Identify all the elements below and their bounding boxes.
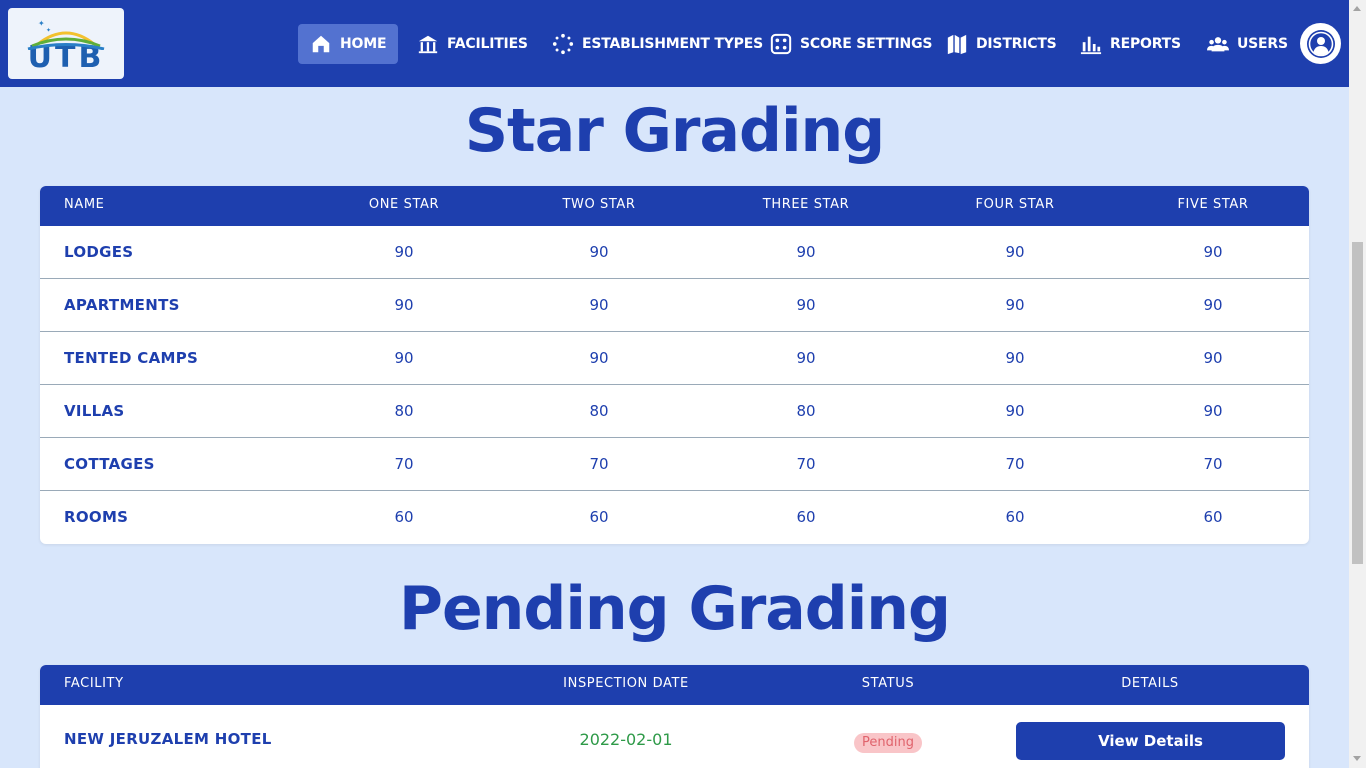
score-cell: 90 (796, 243, 816, 261)
score-cell: 90 (1005, 296, 1025, 314)
pending-grading-title: Pending Grading (399, 574, 951, 644)
table-row: TENTED CAMPS 90 90 90 90 90 (40, 332, 1309, 385)
scroll-down-arrow-icon[interactable] (1353, 756, 1361, 761)
table-row: APARTMENTS 90 90 90 90 90 (40, 279, 1309, 332)
score-cell: 90 (796, 349, 816, 367)
score-settings-icon (770, 33, 792, 55)
status-badge: Pending (854, 733, 922, 753)
nav-facilities[interactable]: FACILITIES (405, 24, 540, 64)
col-header-facility: FACILITY (64, 676, 124, 691)
scroll-thumb[interactable] (1352, 242, 1363, 564)
score-cell: 90 (394, 349, 414, 367)
svg-text:✦: ✦ (38, 19, 45, 28)
score-cell: 90 (796, 296, 816, 314)
nav-establishment-types-label: ESTABLISHMENT TYPES (582, 36, 763, 52)
nav-users-label: USERS (1237, 36, 1288, 52)
star-grading-header-row: NAME ONE STAR TWO STAR THREE STAR FOUR S… (40, 186, 1309, 226)
user-avatar-icon (1306, 29, 1335, 58)
score-cell: 70 (394, 455, 414, 473)
row-name: LODGES (64, 243, 134, 261)
top-navbar: ✦ ✦ UTB HOME FACILITIES ESTABLISHMENT TY… (0, 0, 1349, 87)
score-cell: 90 (394, 296, 414, 314)
pending-grading-header-row: FACILITY INSPECTION DATE STATUS DETAILS (40, 665, 1309, 705)
row-name: COTTAGES (64, 455, 155, 473)
nav-establishment-types[interactable]: ESTABLISHMENT TYPES (540, 24, 775, 64)
score-cell: 70 (589, 455, 609, 473)
nav-reports-label: REPORTS (1110, 36, 1181, 52)
view-details-button[interactable]: View Details (1016, 722, 1285, 760)
star-grading-title: Star Grading (464, 96, 885, 166)
nav-districts[interactable]: DISTRICTS (934, 24, 1069, 64)
establishment-types-icon (552, 33, 574, 55)
home-icon (312, 35, 330, 53)
score-cell: 60 (394, 508, 414, 526)
col-header-details: DETAILS (1121, 676, 1179, 691)
score-cell: 70 (1005, 455, 1025, 473)
score-cell: 90 (589, 349, 609, 367)
scroll-up-arrow-icon[interactable] (1353, 6, 1361, 11)
table-row: LODGES 90 90 90 90 90 (40, 226, 1309, 279)
status-cell: Pending (854, 715, 922, 768)
nav-facilities-label: FACILITIES (447, 36, 528, 52)
col-header-three-star: THREE STAR (762, 197, 850, 212)
nav-home[interactable]: HOME (298, 24, 399, 64)
logo-sunrise-icon: ✦ ✦ (27, 19, 105, 50)
row-name: TENTED CAMPS (64, 349, 199, 367)
nav-home-label: HOME (340, 36, 387, 52)
bar-chart-icon (1080, 36, 1102, 55)
facility-name: NEW JERUZALEM HOTEL (64, 730, 272, 748)
score-cell: 90 (589, 296, 609, 314)
table-row: ROOMS 60 60 60 60 60 (40, 491, 1309, 544)
row-name: APARTMENTS (64, 296, 180, 314)
user-avatar-button[interactable] (1300, 23, 1341, 64)
col-header-one-star: ONE STAR (368, 197, 440, 212)
score-cell: 80 (394, 402, 414, 420)
score-cell: 80 (796, 402, 816, 420)
score-cell: 80 (589, 402, 609, 420)
score-cell: 90 (1203, 349, 1223, 367)
users-icon (1207, 37, 1229, 52)
utb-logo[interactable]: ✦ ✦ UTB (8, 8, 124, 79)
row-name: ROOMS (64, 508, 129, 526)
score-cell: 90 (1005, 349, 1025, 367)
inspection-date: 2022-02-01 (579, 730, 673, 749)
score-cell: 90 (394, 243, 414, 261)
score-cell: 90 (589, 243, 609, 261)
nav-reports[interactable]: REPORTS (1068, 24, 1193, 64)
score-cell: 70 (1203, 455, 1223, 473)
pending-grading-table: FACILITY INSPECTION DATE STATUS DETAILS … (40, 665, 1309, 768)
star-grading-table: NAME ONE STAR TWO STAR THREE STAR FOUR S… (40, 186, 1309, 544)
score-cell: 60 (1203, 508, 1223, 526)
score-cell: 60 (796, 508, 816, 526)
table-row: VILLAS 80 80 80 90 90 (40, 385, 1309, 438)
page-scrollbar[interactable] (1349, 0, 1366, 768)
svg-text:✦: ✦ (46, 27, 51, 34)
facilities-icon (418, 35, 438, 54)
nav-score-settings-label: SCORE SETTINGS (800, 36, 933, 52)
score-cell: 90 (1005, 402, 1025, 420)
nav-users[interactable]: USERS (1195, 24, 1300, 64)
districts-map-icon (947, 34, 967, 55)
col-header-name: NAME (64, 197, 105, 212)
col-header-five-star: FIVE STAR (1177, 197, 1249, 212)
row-name: VILLAS (64, 402, 125, 420)
col-header-inspection-date: INSPECTION DATE (563, 676, 689, 691)
col-header-four-star: FOUR STAR (975, 197, 1055, 212)
score-cell: 60 (589, 508, 609, 526)
score-cell: 70 (796, 455, 816, 473)
table-row: COTTAGES 70 70 70 70 70 (40, 438, 1309, 491)
score-cell: 60 (1005, 508, 1025, 526)
nav-districts-label: DISTRICTS (976, 36, 1057, 52)
score-cell: 90 (1203, 243, 1223, 261)
score-cell: 90 (1005, 243, 1025, 261)
col-header-two-star: TWO STAR (562, 197, 636, 212)
score-cell: 90 (1203, 296, 1223, 314)
nav-score-settings[interactable]: SCORE SETTINGS (758, 24, 944, 64)
table-row: NEW JERUZALEM HOTEL 2022-02-01 Pending V… (40, 705, 1309, 768)
score-cell: 90 (1203, 402, 1223, 420)
col-header-status: STATUS (861, 676, 915, 691)
